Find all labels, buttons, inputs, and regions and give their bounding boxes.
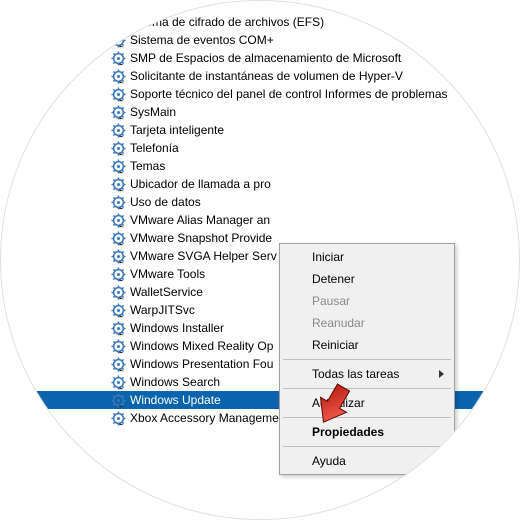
service-label: WalletService	[130, 285, 203, 299]
gear-icon	[111, 411, 126, 426]
gear-icon	[111, 375, 126, 390]
gear-icon	[111, 87, 126, 102]
service-label: Tarjeta inteligente	[130, 123, 224, 137]
gear-icon	[111, 393, 126, 408]
gear-icon	[111, 285, 126, 300]
service-item[interactable]: Soporte técnico del panel de control Inf…	[1, 85, 520, 103]
service-label: Temas	[130, 159, 165, 173]
menu-separator	[283, 388, 451, 389]
menu-all-tasks-label: Todas las tareas	[312, 367, 399, 381]
viewport-circle: …ost_5a210 …tema de cifrado de archivos (…	[0, 0, 520, 520]
service-label: Windows Installer	[130, 321, 224, 335]
gear-icon	[111, 177, 126, 192]
service-item[interactable]: Solicitante de instantáneas de volumen d…	[1, 67, 520, 85]
gear-icon	[111, 69, 126, 84]
service-label: Windows Mixed Reality Op	[130, 339, 273, 353]
menu-properties[interactable]: Propiedades	[282, 421, 452, 443]
gear-icon	[111, 159, 126, 174]
gear-icon	[111, 303, 126, 318]
service-label: WarpJITSvc	[130, 303, 195, 317]
service-label: Windows Search	[130, 375, 220, 389]
gear-icon	[111, 15, 126, 30]
menu-separator	[283, 359, 451, 360]
gear-icon	[111, 339, 126, 354]
service-label: VMware SVGA Helper Serv	[130, 249, 277, 263]
menu-resume: Reanudar	[282, 312, 452, 334]
service-label: …ost_5a210	[130, 0, 198, 11]
service-label: Windows Presentation Fou	[130, 357, 273, 371]
menu-separator	[283, 417, 451, 418]
service-item[interactable]: Tarjeta inteligente	[1, 121, 520, 139]
service-item[interactable]: …tema de cifrado de archivos (EFS)	[1, 13, 520, 31]
gear-icon	[111, 141, 126, 156]
gear-icon	[111, 195, 126, 210]
service-label: Ubicador de llamada a pro	[130, 177, 271, 191]
gear-icon	[111, 51, 126, 66]
menu-refresh[interactable]: Actualizar	[282, 392, 452, 414]
gear-icon	[111, 33, 126, 48]
gear-icon	[111, 357, 126, 372]
context-menu: Iniciar Detener Pausar Reanudar Reinicia…	[279, 243, 455, 475]
service-item[interactable]: VMware Alias Manager an	[1, 211, 520, 229]
gear-icon	[111, 105, 126, 120]
service-item[interactable]: …ost_5a210	[1, 0, 520, 13]
service-item[interactable]: Sistema de eventos COM+	[1, 31, 520, 49]
service-label: Telefonía	[130, 141, 179, 155]
gear-icon	[111, 213, 126, 228]
service-item[interactable]: SMP de Espacios de almacenamiento de Mic…	[1, 49, 520, 67]
service-item[interactable]: Uso de datos	[1, 193, 520, 211]
gear-icon	[111, 231, 126, 246]
service-label: Windows Update	[130, 393, 221, 407]
service-label: VMware Snapshot Provide	[130, 231, 272, 245]
menu-restart[interactable]: Reiniciar	[282, 334, 452, 356]
gear-icon	[111, 267, 126, 282]
service-label: Sistema de eventos COM+	[130, 33, 274, 47]
service-item[interactable]: Ubicador de llamada a pro	[1, 175, 520, 193]
gear-icon	[111, 123, 126, 138]
service-label: …tema de cifrado de archivos (EFS)	[130, 15, 324, 29]
service-item[interactable]: Telefonía	[1, 139, 520, 157]
service-label: SysMain	[130, 105, 176, 119]
menu-start[interactable]: Iniciar	[282, 246, 452, 268]
service-label: Soporte técnico del panel de control Inf…	[130, 87, 448, 101]
gear-icon	[111, 0, 126, 12]
gear-icon	[111, 249, 126, 264]
menu-help[interactable]: Ayuda	[282, 450, 452, 472]
service-item[interactable]: SysMain	[1, 103, 520, 121]
chevron-right-icon	[439, 370, 444, 378]
service-label: Solicitante de instantáneas de volumen d…	[130, 69, 403, 83]
service-item[interactable]: Temas	[1, 157, 520, 175]
menu-stop[interactable]: Detener	[282, 268, 452, 290]
menu-separator	[283, 446, 451, 447]
service-label: SMP de Espacios de almacenamiento de Mic…	[130, 51, 401, 65]
menu-pause: Pausar	[282, 290, 452, 312]
service-label: VMware Tools	[130, 267, 205, 281]
service-label: Uso de datos	[130, 195, 201, 209]
menu-all-tasks[interactable]: Todas las tareas	[282, 363, 452, 385]
gear-icon	[111, 321, 126, 336]
service-label: VMware Alias Manager an	[130, 213, 270, 227]
